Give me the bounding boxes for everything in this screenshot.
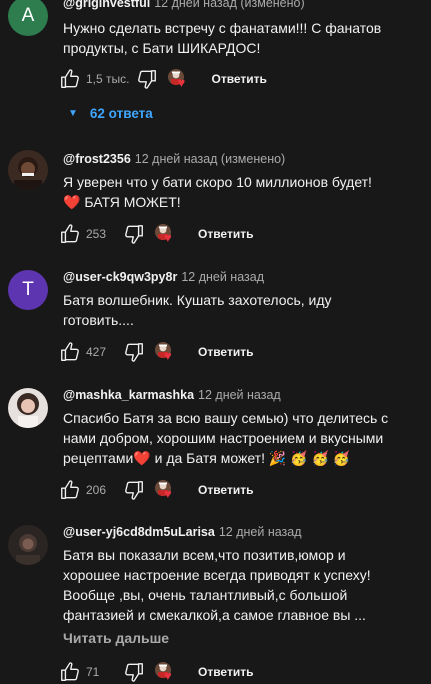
reply-button[interactable]: Ответить bbox=[198, 483, 253, 497]
comment-header: @griginvestful 12 дней назад (изменено) bbox=[63, 0, 305, 10]
thumb-down-icon[interactable] bbox=[122, 660, 146, 684]
comment-text: Нужно сделать встречу с фанатами!!! С фа… bbox=[63, 20, 382, 56]
comment-author[interactable]: @griginvestful bbox=[63, 0, 150, 10]
avatar[interactable] bbox=[8, 150, 48, 190]
comment-text: Я уверен что у бати скоро 10 миллионов б… bbox=[63, 172, 393, 212]
comment-header: @frost2356 12 дней назад (изменено) bbox=[63, 152, 285, 166]
comment-author[interactable]: @user-yj6cd8dm5uLarisa bbox=[63, 525, 215, 539]
thumb-up-icon[interactable] bbox=[58, 340, 82, 364]
thumb-up-icon[interactable] bbox=[58, 660, 82, 684]
thumb-down-icon[interactable] bbox=[135, 67, 159, 91]
reply-button[interactable]: Ответить bbox=[198, 665, 253, 679]
comment-actions: 427 ♥ Ответить bbox=[58, 340, 253, 364]
like-count: 206 bbox=[86, 483, 107, 497]
read-more-button[interactable]: Читать дальше bbox=[63, 630, 169, 646]
comment-time[interactable]: 12 дней назад (изменено) bbox=[135, 152, 285, 166]
avatar[interactable]: A bbox=[8, 0, 48, 36]
avatar[interactable]: T bbox=[8, 270, 48, 310]
comment-time[interactable]: 12 дней назад bbox=[219, 525, 302, 539]
thumb-down-icon[interactable] bbox=[122, 222, 146, 246]
comment-header: @user-yj6cd8dm5uLarisa 12 дней назад bbox=[63, 525, 302, 539]
avatar[interactable] bbox=[8, 525, 48, 565]
creator-heart-icon: ♥ bbox=[167, 67, 191, 91]
heart-emoji: ❤️ bbox=[63, 194, 81, 210]
comment-text-line: Я уверен что у бати скоро 10 миллионов б… bbox=[63, 174, 372, 190]
thumb-down-icon[interactable] bbox=[122, 340, 146, 364]
like-count: 71 bbox=[86, 665, 100, 679]
comment-actions: 71 ♥ Ответить bbox=[58, 660, 253, 684]
reply-button[interactable]: Ответить bbox=[198, 345, 253, 359]
comment-time[interactable]: 12 дней назад (изменено) bbox=[154, 0, 304, 10]
comment-author[interactable]: @mashka_karmashka bbox=[63, 388, 194, 402]
comment-author[interactable]: @frost2356 bbox=[63, 152, 131, 166]
view-replies-button[interactable]: ▼ 62 ответа bbox=[68, 106, 153, 121]
comment-author[interactable]: @user-ck9qw3py8r bbox=[63, 270, 177, 284]
thumb-up-icon[interactable] bbox=[58, 478, 82, 502]
comment-header: @mashka_karmashka 12 дней назад bbox=[63, 388, 281, 402]
comment-actions: 253 ♥ Ответить bbox=[58, 222, 253, 246]
comment-text-segment: и да Батя может! 🎉 🥳 🥳 🥳 bbox=[150, 450, 351, 466]
comment-header: @user-ck9qw3py8r 12 дней назад bbox=[63, 270, 264, 284]
avatar[interactable] bbox=[8, 388, 48, 428]
comment-actions: 1,5 тыс. ♥ Ответить bbox=[58, 67, 267, 91]
creator-heart-icon: ♥ bbox=[154, 478, 178, 502]
comment-text: Батя волшебник. Кушать захотелось, иду г… bbox=[63, 292, 332, 328]
thumb-up-icon[interactable] bbox=[58, 67, 82, 91]
heart-emoji: ❤️ bbox=[133, 450, 151, 466]
creator-heart-icon: ♥ bbox=[154, 340, 178, 364]
thumb-down-icon[interactable] bbox=[122, 478, 146, 502]
creator-heart-icon: ♥ bbox=[154, 222, 178, 246]
creator-heart-icon: ♥ bbox=[154, 660, 178, 684]
comment-time[interactable]: 12 дней назад bbox=[198, 388, 281, 402]
comment-time[interactable]: 12 дней назад bbox=[181, 270, 264, 284]
replies-count: 62 ответа bbox=[89, 106, 153, 121]
caret-down-icon: ▼ bbox=[68, 108, 78, 119]
thumb-up-icon[interactable] bbox=[58, 222, 82, 246]
like-count: 253 bbox=[86, 227, 107, 241]
reply-button[interactable]: Ответить bbox=[198, 227, 253, 241]
reply-button[interactable]: Ответить bbox=[211, 72, 266, 86]
comment-text: Батя вы показали всем,что позитив,юмор и… bbox=[63, 547, 371, 623]
comment-text-line: ❤️ БАТЯ МОЖЕТ! bbox=[63, 192, 393, 212]
comment-actions: 206 ♥ Ответить bbox=[58, 478, 253, 502]
like-count: 427 bbox=[86, 345, 107, 359]
comment-text: Спасибо Батя за всю вашу семью) что дели… bbox=[63, 408, 408, 468]
comment-text-segment: БАТЯ МОЖЕТ! bbox=[84, 194, 181, 210]
like-count: 1,5 тыс. bbox=[86, 72, 130, 86]
